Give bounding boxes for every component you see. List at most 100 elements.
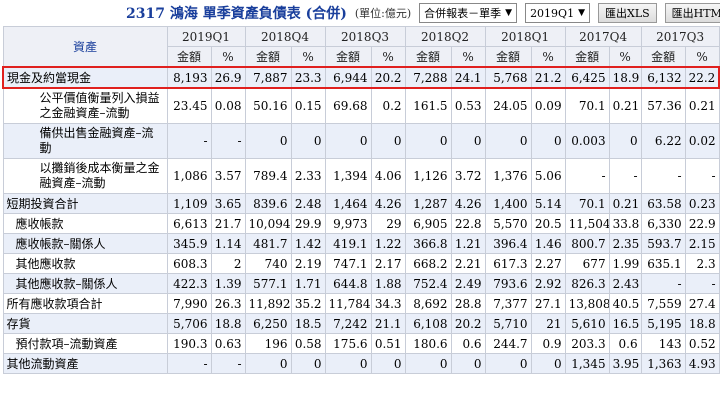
amount-cell: 5,706 [166,313,212,334]
period-header: 2018Q1 [484,26,566,47]
percent-cell: 4.26 [450,193,486,214]
amount-cell: 577.1 [244,273,292,294]
period-header: 2017Q4 [564,26,642,47]
chevron-down-icon: ▼ [505,8,513,18]
row-label: 預付款項–流動資產 [2,333,168,354]
percent-cell: 35.2 [290,293,326,314]
amount-cell: - [640,273,686,294]
amount-cell: 677 [564,253,610,274]
percent-cell: 24.1 [450,66,486,89]
amount-cell: 608.3 [166,253,212,274]
amount-cell: 1,086 [166,158,212,194]
amount-cell: 747.1 [324,253,372,274]
amount-cell: 23.45 [166,87,212,124]
percent-cell: 1.21 [450,233,486,254]
export-html-button[interactable]: 匯出HTML [664,3,720,23]
amount-cell: 617.3 [484,253,532,274]
amount-cell: 422.3 [166,273,212,294]
toolbar: 2317 鴻海 單季資產負債表 (合併) (單位:億元) 合併報表－單季 ▼ 2… [0,0,720,26]
percent-cell: 0.52 [684,333,720,354]
percent-cell: 21.7 [210,213,246,234]
percent-cell: 28.8 [450,293,486,314]
amount-cell: 196 [244,333,292,354]
amount-cell: 175.6 [324,333,372,354]
percent-column-header: % [290,46,326,68]
percent-column-header: % [210,46,246,68]
percent-cell: 0.6 [450,333,486,354]
amount-cell: 6,425 [564,66,610,89]
amount-cell: 800.7 [564,233,610,254]
percent-column-header: % [608,46,642,68]
amount-cell: 0 [244,353,292,374]
amount-cell: 57.36 [640,87,686,124]
amount-cell: 0 [404,353,452,374]
percent-cell: 1.46 [530,233,566,254]
unit-label: (單位:億元) [354,7,412,20]
percent-cell: 3.72 [450,158,486,194]
export-xls-button[interactable]: 匯出XLS [598,3,657,23]
amount-cell: 7,887 [244,66,292,89]
amount-cell: 0 [244,123,292,159]
percent-cell: 0 [450,123,486,159]
amount-column-header: 金額 [564,46,610,68]
amount-cell: 11,504 [564,213,610,234]
amount-cell: 5,195 [640,313,686,334]
percent-cell: 2.3 [684,253,720,274]
percent-cell: 29 [370,213,406,234]
table-row: 其他應收款–關係人 422.3 1.39 577.1 1.71 644.8 1.88 752.… [2,273,720,294]
percent-cell: 16.5 [608,313,642,334]
amount-cell: 1,345 [564,353,610,374]
amount-cell: 63.58 [640,193,686,214]
amount-cell: 7,288 [404,66,452,89]
amount-cell: 1,464 [324,193,372,214]
percent-cell: 1.88 [370,273,406,294]
period-value: 2019Q1 [530,6,575,20]
percent-cell: 0.9 [530,333,566,354]
amount-cell: 839.6 [244,193,292,214]
amount-cell: 6,905 [404,213,452,234]
percent-column-header: % [530,46,566,68]
amount-cell: 0 [484,353,532,374]
row-label: 應收帳款 [2,213,168,234]
percent-cell: 0 [290,123,326,159]
period-header: 2018Q4 [244,26,326,47]
percent-cell: 2.49 [450,273,486,294]
percent-cell: 2.33 [290,158,326,194]
row-label: 短期投資合計 [2,193,168,214]
amount-cell: 7,559 [640,293,686,314]
amount-cell: 69.68 [324,87,372,124]
amount-cell: 1,400 [484,193,532,214]
amount-cell: 6,250 [244,313,292,334]
amount-cell: 7,377 [484,293,532,314]
table-row: 以攤銷後成本衡量之金融資產–流動 1,086 3.57 789.4 2.33 1,394 4… [2,158,720,194]
percent-cell: 23.3 [290,66,326,89]
amount-column-header: 金額 [484,46,532,68]
amount-cell: 180.6 [404,333,452,354]
percent-cell: 21 [530,313,566,334]
row-label: 存貨 [2,313,168,334]
percent-cell: 2.19 [290,253,326,274]
report-type-select[interactable]: 合併報表－單季 ▼ [419,3,518,23]
amount-cell: - [166,123,212,159]
percent-cell: 0.02 [684,123,720,159]
amount-cell: 5,570 [484,213,532,234]
period-header: 2017Q3 [640,26,720,47]
row-label: 公平價值衡量列入損益之金融資產–流動 [2,87,168,124]
percent-cell: - [210,353,246,374]
percent-cell: 0 [450,353,486,374]
percent-cell: 0 [370,353,406,374]
percent-cell: - [684,158,720,194]
amount-cell: 419.1 [324,233,372,254]
amount-cell: - [640,158,686,194]
period-select[interactable]: 2019Q1 ▼ [525,3,590,23]
amount-cell: 70.1 [564,87,610,124]
percent-cell: 3.57 [210,158,246,194]
percent-column-header: % [370,46,406,68]
percent-cell: 22.8 [450,213,486,234]
percent-cell: 20.2 [450,313,486,334]
percent-cell: 2.48 [290,193,326,214]
asset-header: 資產 [2,26,168,68]
percent-cell: 0.23 [684,193,720,214]
percent-cell: 0.58 [290,333,326,354]
percent-cell: 0 [290,353,326,374]
